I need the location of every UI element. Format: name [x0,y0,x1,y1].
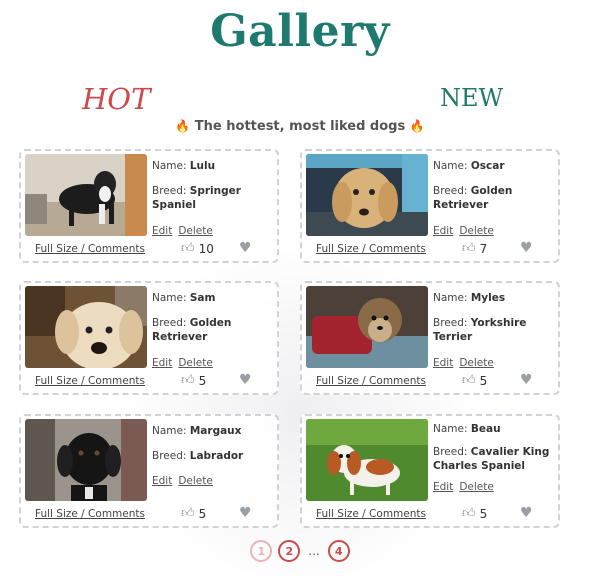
page-4-button[interactable]: 4 [327,540,350,562]
full-size-comments-link[interactable]: Full Size / Comments [316,375,426,387]
edit-link[interactable]: Edit [152,357,172,369]
delete-link[interactable]: Delete [459,225,494,237]
full-size-comments-link[interactable]: Full Size / Comments [35,375,145,387]
delete-link[interactable]: Delete [459,357,494,369]
full-size-comments-link[interactable]: Full Size / Comments [35,508,145,520]
breed-label: Breed: [433,185,468,198]
thumbs-up-icon: 👍︎ [181,373,195,388]
dog-info: Name: Sam Breed: Golden Retriever Edit De… [152,291,278,370]
dog-name: Sam [189,292,216,304]
tab-hot[interactable]: HOT [82,82,150,116]
name-label: Name: [152,292,187,304]
name-label: Name: [152,425,187,437]
dog-name: Lulu [189,160,216,172]
breed-label: Breed: [152,317,187,330]
page-1-button[interactable]: 1 [250,540,273,562]
thumbs-up-icon: 👍︎ [462,506,476,521]
dog-info: Name: Margaux Breed: Labrador Edit Delete [152,424,278,489]
like-count: 5 [198,373,207,388]
breed-label: Breed: [433,446,468,459]
heart-icon[interactable]: ♥ [520,240,533,256]
dog-name: Margaux [189,425,242,437]
section-subtitle: 🔥 The hottest, most liked dogs 🔥 [0,119,600,134]
like-button[interactable]: 👍︎ 10 [181,241,214,256]
pagination-ellipsis: ... [308,544,320,558]
like-button[interactable]: 👍︎ 5 [181,506,206,521]
like-button[interactable]: 👍︎ 5 [462,373,487,388]
page-2-button[interactable]: 2 [278,540,301,562]
delete-link[interactable]: Delete [178,475,213,487]
like-count: 5 [198,506,207,521]
like-button[interactable]: 👍︎ 7 [462,241,487,256]
dog-breed: Labrador [189,450,244,463]
heart-icon[interactable]: ♥ [520,505,533,521]
dog-photo[interactable] [306,154,428,236]
subtitle-text: The hottest, most liked dogs [194,119,406,134]
thumbs-up-icon: 👍︎ [181,241,195,256]
dog-card: Name: Sam Breed: Golden Retriever Edit De… [19,281,279,395]
dog-card: Name: Myles Breed: Yorkshire Terrier Edi… [300,281,560,395]
delete-link[interactable]: Delete [459,481,494,493]
breed-label: Breed: [433,317,468,330]
heart-icon[interactable]: ♥ [239,372,252,388]
name-label: Name: [433,160,468,172]
thumbs-up-icon: 👍︎ [462,241,476,256]
delete-link[interactable]: Delete [178,225,213,237]
edit-link[interactable]: Edit [433,481,453,493]
dog-photo[interactable] [25,419,147,501]
dog-info: Name: Myles Breed: Yorkshire Terrier Edi… [433,291,559,370]
dog-info: Name: Beau Breed: Cavalier King Charles … [433,422,559,494]
flame-icon: 🔥 [175,119,191,133]
dog-name: Oscar [470,160,505,172]
page-title: Gallery [210,6,390,57]
like-button[interactable]: 👍︎ 5 [181,373,206,388]
dog-card: Name: Lulu Breed: Springer Spaniel Edit D… [19,149,279,263]
tab-new[interactable]: NEW [440,84,503,112]
dog-photo[interactable] [306,419,428,501]
dog-name: Beau [470,423,501,435]
like-count: 7 [479,241,488,256]
edit-link[interactable]: Edit [433,225,453,237]
like-count: 5 [479,373,488,388]
breed-label: Breed: [152,450,187,463]
full-size-comments-link[interactable]: Full Size / Comments [316,508,426,520]
dog-photo[interactable] [306,286,428,368]
pagination: 1 2 ... 4 [0,540,600,562]
heart-icon[interactable]: ♥ [239,240,252,256]
name-label: Name: [152,160,187,172]
name-label: Name: [433,292,468,304]
like-count: 10 [198,241,214,256]
dog-name: Myles [470,292,506,304]
flame-icon: 🔥 [409,119,425,133]
like-button[interactable]: 👍︎ 5 [462,506,487,521]
heart-icon[interactable]: ♥ [520,372,533,388]
dog-card: Name: Oscar Breed: Golden Retriever Edit… [300,149,560,263]
edit-link[interactable]: Edit [152,475,172,487]
dog-photo[interactable] [25,286,147,368]
dog-photo[interactable] [25,154,147,236]
heart-icon[interactable]: ♥ [239,505,252,521]
dog-card: Name: Beau Breed: Cavalier King Charles … [300,414,560,528]
edit-link[interactable]: Edit [433,357,453,369]
dog-info: Name: Oscar Breed: Golden Retriever Edit… [433,159,559,238]
edit-link[interactable]: Edit [152,225,172,237]
full-size-comments-link[interactable]: Full Size / Comments [316,243,426,255]
thumbs-up-icon: 👍︎ [181,506,195,521]
name-label: Name: [433,423,468,435]
full-size-comments-link[interactable]: Full Size / Comments [35,243,145,255]
dog-card: Name: Margaux Breed: Labrador Edit Delete… [19,414,279,528]
breed-label: Breed: [152,185,187,198]
like-count: 5 [479,506,488,521]
dog-info: Name: Lulu Breed: Springer Spaniel Edit D… [152,159,278,238]
delete-link[interactable]: Delete [178,357,213,369]
thumbs-up-icon: 👍︎ [462,373,476,388]
